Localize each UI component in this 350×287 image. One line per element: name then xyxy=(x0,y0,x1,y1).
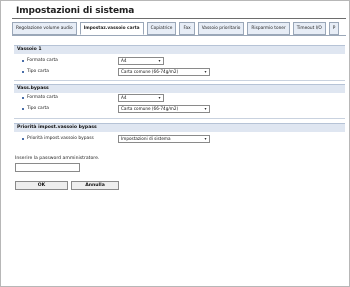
page-title: Impostazioni di sistema xyxy=(16,6,135,16)
bypass-type-select[interactable]: Carta comune (66-74g/m2) ▾ xyxy=(118,105,210,113)
bypass-size-row: Formato carta A4 ▾ xyxy=(14,93,345,103)
tray1-size-value: A4 xyxy=(121,58,127,63)
tab-volume[interactable]: Regolazione volume audio xyxy=(12,22,77,35)
chevron-down-icon: ▾ xyxy=(158,58,161,63)
bullet-icon xyxy=(22,138,24,140)
bypass-size-value: A4 xyxy=(121,95,127,100)
section-divider xyxy=(14,80,345,81)
cancel-button[interactable]: Annulla xyxy=(71,181,119,190)
bypass-type-label: Tipo carta xyxy=(27,106,49,111)
chevron-down-icon: ▾ xyxy=(204,136,207,141)
tab-io-timeout[interactable]: Timeout I/O xyxy=(292,22,326,35)
ok-button[interactable]: OK xyxy=(15,181,68,190)
chevron-down-icon: ▾ xyxy=(204,106,207,111)
tab-more[interactable]: P xyxy=(328,22,340,35)
bypass-size-select[interactable]: A4 ▾ xyxy=(118,94,164,102)
tab-paper-tray[interactable]: Impostaz.vassoio carta xyxy=(79,22,144,35)
chevron-down-icon: ▾ xyxy=(158,95,161,100)
bullet-icon xyxy=(22,97,24,99)
settings-window: Impostazioni di sistema Regolazione volu… xyxy=(0,0,350,287)
priority-label: Priorità impost.vassoio bypass xyxy=(27,136,94,141)
chevron-down-icon: ▾ xyxy=(204,69,207,74)
tab-priority-tray[interactable]: Vassoio prioritario xyxy=(197,22,245,35)
section-bypass-header: Vass.bypass xyxy=(14,84,345,93)
password-input[interactable] xyxy=(15,163,80,172)
section-tray1-header: Vassoio 1 xyxy=(14,45,345,54)
section-divider xyxy=(14,118,345,119)
tab-underline xyxy=(12,35,346,36)
bullet-icon xyxy=(22,60,24,62)
tab-toner-saving[interactable]: Risparmio toner xyxy=(247,22,290,35)
bypass-size-label: Formato carta xyxy=(27,95,58,100)
tray1-size-select[interactable]: A4 ▾ xyxy=(118,57,164,65)
password-label: Inserire la password amministratore. xyxy=(15,156,100,161)
tab-fax[interactable]: Fax xyxy=(179,22,195,35)
bypass-type-value: Carta comune (66-74g/m2) xyxy=(121,106,179,111)
priority-select[interactable]: Impostazioni di sistema ▾ xyxy=(118,135,210,143)
bypass-type-row: Tipo carta Carta comune (66-74g/m2) ▾ xyxy=(14,104,345,114)
tray1-type-label: Tipo carta xyxy=(27,69,49,74)
tray1-type-row: Tipo carta Carta comune (66-74g/m2) ▾ xyxy=(14,67,345,77)
tab-bar: Regolazione volume audio Impostaz.vassoi… xyxy=(12,22,340,35)
section-priority-header: Priorità impost.vassoio bypass xyxy=(14,123,345,132)
tray1-size-label: Formato carta xyxy=(27,58,58,63)
tray1-size-row: Formato carta A4 ▾ xyxy=(14,56,345,66)
tab-copier[interactable]: Copiatrice xyxy=(146,22,177,35)
bullet-icon xyxy=(22,108,24,110)
title-divider xyxy=(12,18,346,19)
tray1-type-select[interactable]: Carta comune (66-74g/m2) ▾ xyxy=(118,68,210,76)
bullet-icon xyxy=(22,71,24,73)
priority-value: Impostazioni di sistema xyxy=(121,136,171,141)
priority-row: Priorità impost.vassoio bypass Impostazi… xyxy=(14,134,345,144)
tray1-type-value: Carta comune (66-74g/m2) xyxy=(121,69,179,74)
